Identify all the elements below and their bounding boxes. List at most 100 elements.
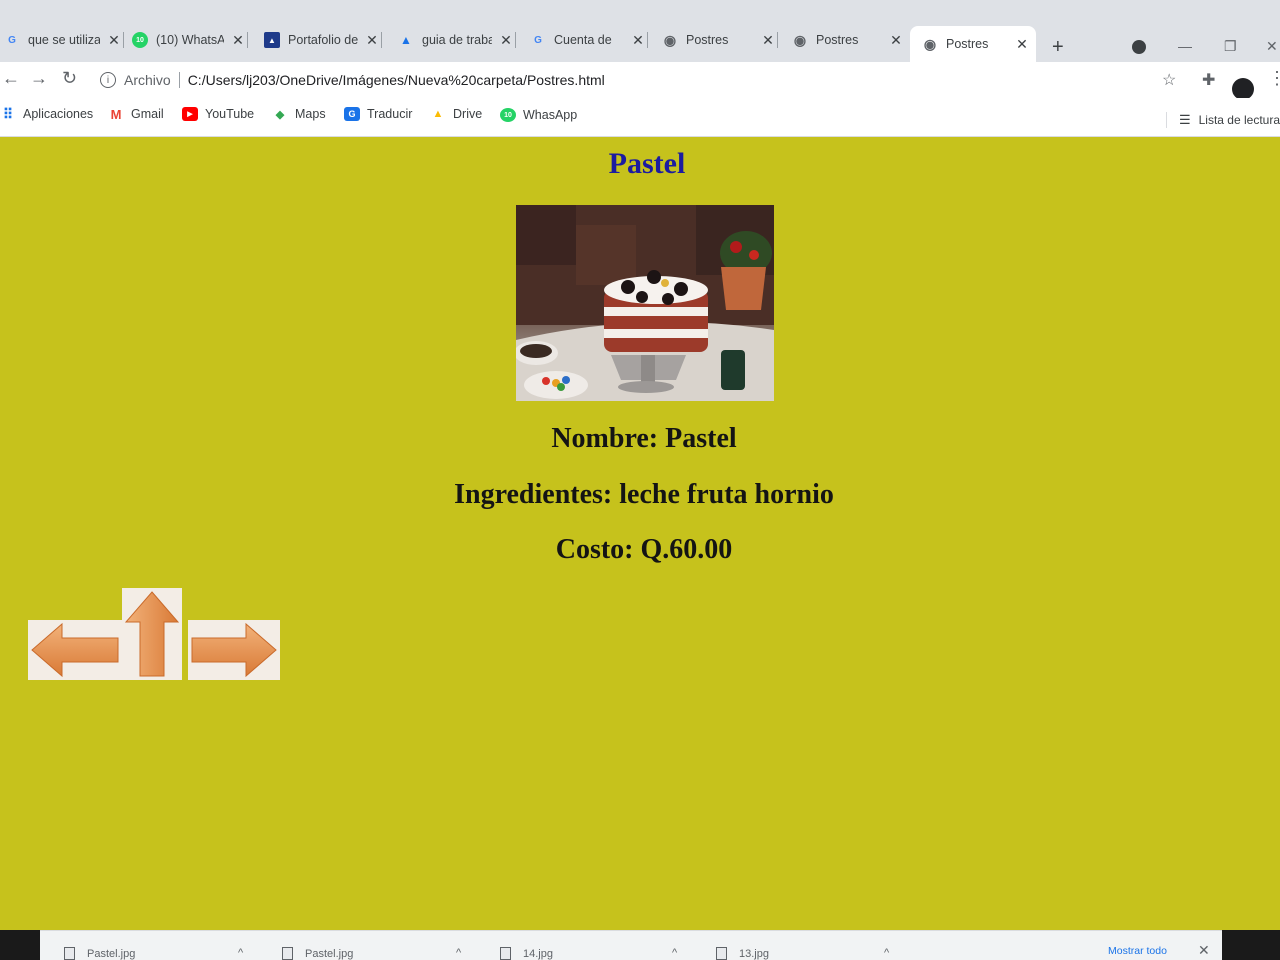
- menu-icon[interactable]: ⋮: [1268, 68, 1280, 89]
- url-text[interactable]: C:/Users/lj203/OneDrive/Imágenes/Nueva%2…: [188, 72, 605, 88]
- browser-toolbar: ← → ↻ i Archivo C:/Users/lj203/OneDrive/…: [0, 62, 1280, 100]
- google-icon: G: [8, 34, 16, 46]
- download-filename: 14.jpg: [523, 947, 553, 960]
- close-tab-icon[interactable]: ✕: [106, 32, 122, 49]
- file-icon: [716, 947, 727, 960]
- chevron-up-icon[interactable]: ^: [238, 947, 243, 959]
- translate-icon: G: [344, 107, 360, 121]
- restore-button[interactable]: ❐: [1224, 38, 1237, 55]
- drive-icon: ▲: [432, 108, 444, 120]
- tab-title: Postres: [686, 33, 729, 47]
- tab-8-active[interactable]: ◉ Postres ✕: [910, 26, 1036, 62]
- bookmark-star-icon[interactable]: ☆: [1162, 70, 1176, 90]
- bookmark-maps[interactable]: ◆ Maps: [272, 107, 326, 121]
- bookmark-label: Maps: [295, 107, 326, 121]
- whatsapp-icon: 10: [132, 32, 148, 48]
- up-arrow-button[interactable]: [122, 588, 182, 680]
- bookmark-label: Gmail: [131, 107, 164, 121]
- maps-icon: ◆: [275, 108, 285, 121]
- bookmark-drive[interactable]: ▲ Drive: [430, 107, 483, 121]
- chevron-up-icon[interactable]: ^: [884, 947, 889, 959]
- close-tab-icon[interactable]: ✕: [364, 32, 380, 49]
- chevron-up-icon[interactable]: ^: [672, 947, 677, 959]
- dessert-ingredients: Ingredientes: leche fruta hornio: [454, 479, 834, 510]
- bookmark-label: Drive: [453, 107, 483, 121]
- tab-7[interactable]: ◉ Postres ✕: [792, 22, 904, 58]
- globe-icon: ◉: [793, 31, 807, 48]
- close-tab-icon[interactable]: ✕: [498, 32, 514, 49]
- previous-arrow-button[interactable]: [28, 620, 122, 680]
- cake-photo: [516, 205, 774, 401]
- close-tab-icon[interactable]: ✕: [760, 32, 776, 49]
- whatsapp-icon: 10: [500, 108, 516, 122]
- bookmark-whatsapp[interactable]: 10 WhasApp: [500, 108, 577, 122]
- tab-3[interactable]: ▲ Portafolio de ✕: [264, 22, 382, 58]
- tab-search-icon[interactable]: [1132, 40, 1146, 54]
- next-arrow-button[interactable]: [188, 620, 280, 680]
- tab-title: Cuenta de: [554, 33, 612, 47]
- close-window-button[interactable]: ✕: [1266, 38, 1278, 55]
- chevron-up-icon[interactable]: ^: [456, 947, 461, 959]
- reading-list-icon: ☰: [1178, 112, 1191, 127]
- show-all-downloads-link[interactable]: Mostrar todo: [1108, 945, 1167, 957]
- download-item[interactable]: Pastel.jpg: [64, 947, 135, 960]
- bookmark-label: YouTube: [205, 107, 255, 121]
- globe-icon: ◉: [663, 31, 677, 48]
- dessert-cost: Costo: Q.60.00: [555, 534, 733, 565]
- tab-5[interactable]: G Cuenta de ✕: [530, 22, 648, 58]
- classroom-icon: ▲: [264, 32, 280, 48]
- apps-grid-icon: ⠿: [2, 105, 14, 122]
- reload-button[interactable]: ↻: [62, 68, 77, 89]
- extensions-icon[interactable]: ✚: [1202, 70, 1215, 90]
- close-tab-icon[interactable]: ✕: [230, 32, 246, 49]
- google-icon: G: [534, 34, 542, 46]
- back-button[interactable]: ←: [2, 68, 20, 89]
- bookmark-apps[interactable]: ⠿ Aplicaciones: [0, 105, 93, 122]
- download-filename: Pastel.jpg: [87, 947, 136, 960]
- minimize-button[interactable]: —: [1178, 38, 1192, 54]
- security-chip: Archivo: [124, 72, 180, 88]
- download-item[interactable]: 13.jpg: [716, 947, 769, 960]
- downloads-bar: Pastel.jpg ^ Pastel.jpg ^ 14.jpg ^ 13.jp…: [40, 930, 1222, 960]
- tab-title: guia de trabajo: [422, 33, 492, 47]
- tab-2[interactable]: 10 (10) WhatsApp ✕: [132, 22, 248, 58]
- page-content: Pastel Nombre: Pastel Ingredientes: lech…: [0, 137, 1280, 930]
- youtube-icon: ▶: [182, 107, 198, 121]
- tab-1[interactable]: G que se utiliza ✕: [0, 22, 124, 58]
- arrow-right-icon: [191, 622, 277, 678]
- info-icon[interactable]: i: [100, 72, 116, 88]
- bookmark-youtube[interactable]: ▶ YouTube: [182, 107, 254, 121]
- close-tab-icon[interactable]: ✕: [1014, 36, 1030, 53]
- download-item[interactable]: Pastel.jpg: [282, 947, 353, 960]
- drive-icon: ▲: [400, 33, 412, 47]
- tab-title: Postres: [946, 37, 989, 51]
- new-tab-button[interactable]: +: [1052, 36, 1064, 59]
- globe-icon: ◉: [923, 35, 937, 52]
- bookmark-gmail[interactable]: M Gmail: [108, 107, 164, 122]
- bookmark-label: WhasApp: [523, 108, 578, 122]
- arrow-up-icon: [124, 591, 180, 677]
- profile-avatar[interactable]: [1232, 78, 1254, 100]
- file-icon: [500, 947, 511, 960]
- address-bar[interactable]: i Archivo C:/Users/lj203/OneDrive/Imágen…: [100, 66, 1140, 94]
- download-filename: 13.jpg: [739, 947, 769, 960]
- tab-4[interactable]: ▲ guia de trabajo ✕: [398, 22, 516, 58]
- bookmark-translate[interactable]: G Traducir: [344, 107, 412, 121]
- tab-title: Portafolio de: [288, 33, 358, 47]
- tab-title: (10) WhatsApp: [156, 33, 224, 47]
- reading-list[interactable]: ☰ Lista de lectura: [1165, 112, 1280, 128]
- file-icon: [64, 947, 75, 960]
- tab-title: que se utiliza: [28, 33, 100, 47]
- close-tab-icon[interactable]: ✕: [888, 32, 904, 49]
- reading-list-label: Lista de lectura: [1198, 113, 1280, 127]
- page-title: Pastel: [608, 147, 686, 180]
- cake-illustration: [516, 205, 774, 401]
- close-tab-icon[interactable]: ✕: [630, 32, 646, 49]
- download-item[interactable]: 14.jpg: [500, 947, 553, 960]
- file-icon: [282, 947, 293, 960]
- arrow-left-icon: [31, 622, 119, 678]
- forward-button[interactable]: →: [30, 68, 48, 89]
- tab-6[interactable]: ◉ Postres ✕: [662, 22, 778, 58]
- bookmarks-bar: ⠿ Aplicaciones M Gmail ▶ YouTube ◆ Maps …: [0, 98, 1280, 137]
- close-downloads-icon[interactable]: ✕: [1198, 942, 1210, 959]
